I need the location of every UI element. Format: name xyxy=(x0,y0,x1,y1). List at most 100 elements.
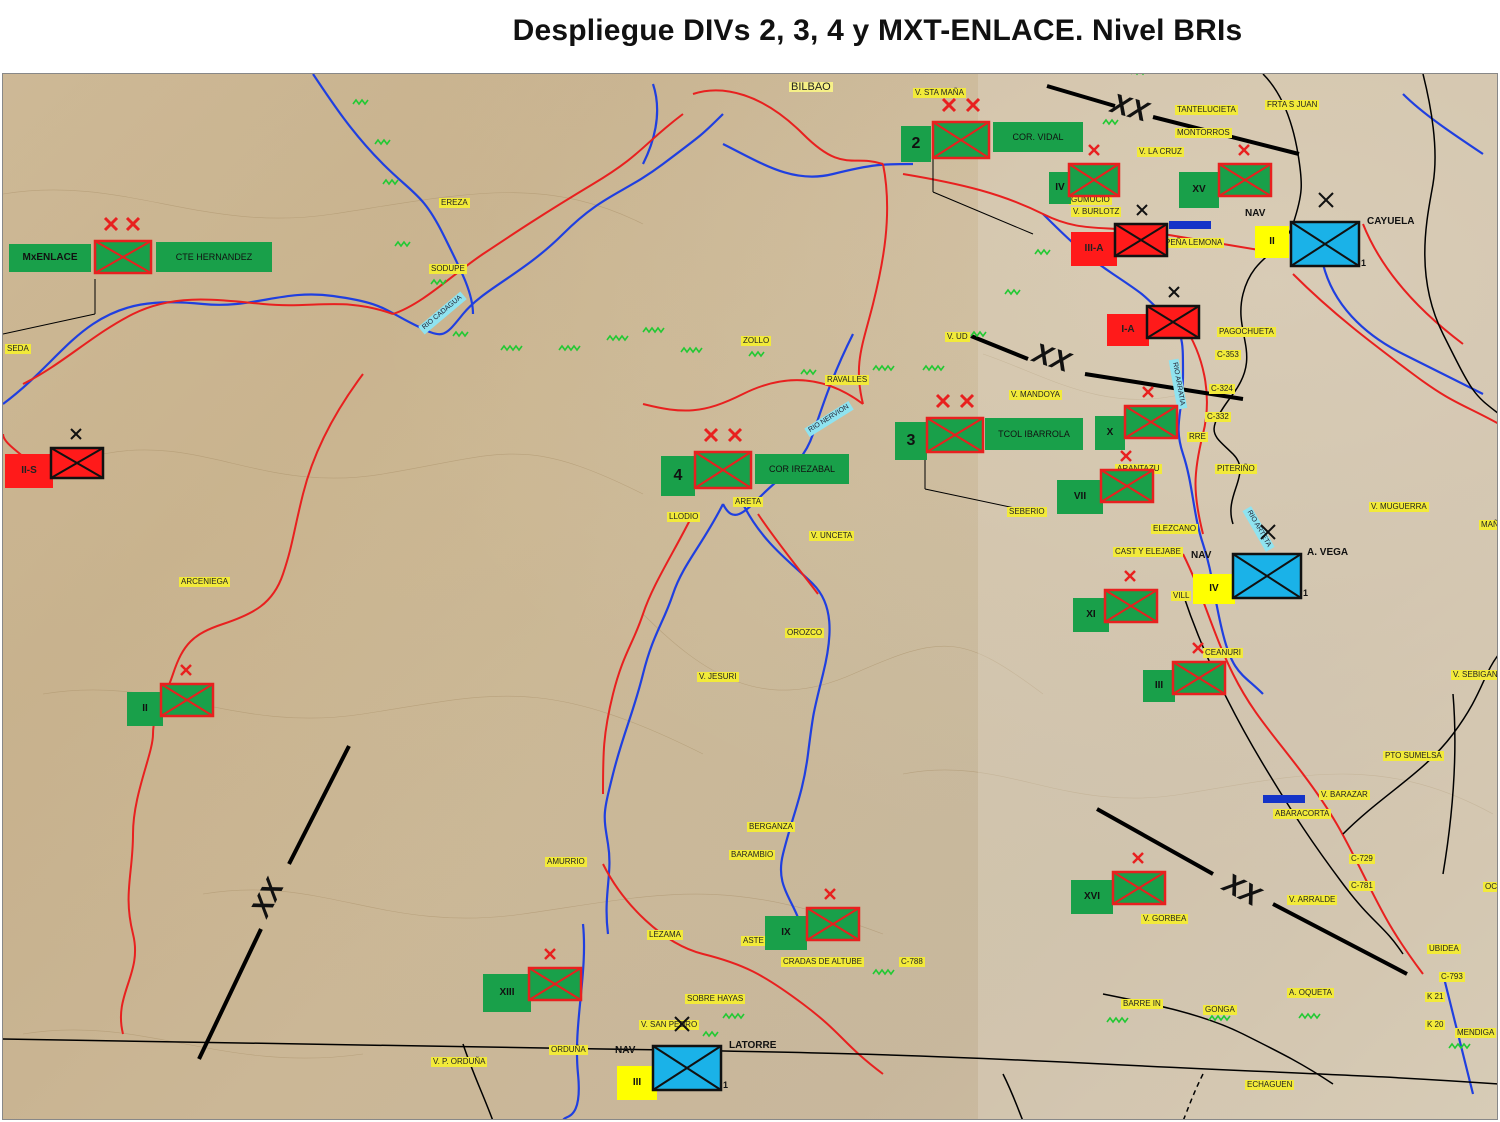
place-seberio: SEBERIO xyxy=(1007,507,1047,517)
nav-ii-nav-text: NAV xyxy=(1245,208,1266,219)
place-la-cruz: V. LA CRUZ xyxy=(1137,147,1184,157)
place-c332: C-332 xyxy=(1205,412,1231,422)
map-canvas[interactable]: XX XX XX XX BILBAO V. STA MAÑA TANTELUCI… xyxy=(2,73,1498,1120)
page-title: Despliegue DIVs 2, 3, 4 y MXT-ENLACE. Ni… xyxy=(512,14,1243,47)
place-cast: CAST Y ELEJABE xyxy=(1113,547,1183,557)
place-orozco: OROZCO xyxy=(785,628,825,638)
place-altube: CRADAS DE ALTUBE xyxy=(781,957,864,967)
unit-div2-symbol[interactable] xyxy=(931,96,991,162)
place-amurrio: AMURRIO xyxy=(545,857,587,867)
place-c353: C-353 xyxy=(1215,350,1241,360)
place-llodio: LLODIO xyxy=(667,512,701,522)
place-echaguen: ECHAGUEN xyxy=(1245,1080,1295,1090)
brigade-i-a-label: I-A xyxy=(1107,314,1149,346)
place-arralde: V. ARRALDE xyxy=(1287,895,1338,905)
nav-iii-sub: 1 xyxy=(723,1080,729,1090)
div4-commander: COR IREZABAL xyxy=(755,454,849,484)
div3-number: 3 xyxy=(895,422,927,460)
brigade-ii-s-label: II-S xyxy=(5,454,53,488)
place-barambio: BARAMBIO xyxy=(729,850,776,860)
place-berganza: BERGANZA xyxy=(747,822,796,832)
place-villaro: VILL xyxy=(1171,591,1192,601)
place-barazar: V. BARAZAR xyxy=(1319,790,1370,800)
unit-div4-symbol[interactable] xyxy=(693,426,753,492)
place-c324: C-324 xyxy=(1209,384,1235,394)
mxenlace-commander: CTE HERNANDEZ xyxy=(156,242,272,272)
unit-nav-iv-symbol[interactable] xyxy=(1231,522,1303,602)
place-orduna: ORDUÑA xyxy=(549,1045,588,1055)
place-gorbea: V. GORBEA xyxy=(1141,914,1189,924)
place-abaracorta: ABARACORTA xyxy=(1273,809,1332,819)
brigade-xiii-label: XIII xyxy=(483,974,531,1012)
unit-xvi-symbol[interactable] xyxy=(1111,850,1167,908)
unit-ii-s-symbol[interactable] xyxy=(49,426,105,482)
place-lezama: LEZAMA xyxy=(647,930,684,940)
place-c793: C-793 xyxy=(1439,972,1465,982)
unit-x-symbol[interactable] xyxy=(1123,384,1179,442)
place-bilbao: BILBAO xyxy=(789,81,833,93)
place-tantelucieta: TANTELUCIETA xyxy=(1175,105,1238,115)
nav-ii-label: II xyxy=(1255,226,1289,258)
place-piterino: PITERIÑO xyxy=(1215,464,1257,474)
place-ubidea: UBIDEA xyxy=(1427,944,1461,954)
unit-xi-symbol[interactable] xyxy=(1103,568,1159,626)
unit-i-a-symbol[interactable] xyxy=(1145,284,1201,342)
place-c729: C-729 xyxy=(1349,854,1375,864)
mxenlace-label: MxENLACE xyxy=(9,244,91,272)
unit-iii-symbol[interactable] xyxy=(1171,640,1227,698)
place-barrenin: BARRE IN xyxy=(1121,999,1163,1009)
brigade-vii-label: VII xyxy=(1057,480,1103,514)
nav-iv-label: IV xyxy=(1193,574,1235,604)
place-montorros: MONTORROS xyxy=(1175,128,1232,138)
unit-ii-symbol[interactable] xyxy=(159,662,215,720)
place-sobre-hayas: SOBRE HAYAS xyxy=(685,994,746,1004)
place-sodupe: SODUPE xyxy=(429,264,467,274)
unit-iv-symbol[interactable] xyxy=(1067,142,1121,200)
nav-iii-nav-text: NAV xyxy=(615,1045,636,1056)
nav-iv-name: A. VEGA xyxy=(1307,547,1349,558)
place-v-ud: V. UD xyxy=(945,332,970,342)
div3-commander: TCOL IBARROLA xyxy=(985,418,1083,450)
place-ereza: EREZA xyxy=(439,198,470,208)
brigade-ix-label: IX xyxy=(765,916,807,950)
place-arceniega: ARCENIEGA xyxy=(179,577,231,587)
unit-nav-iii-symbol[interactable] xyxy=(651,1014,723,1094)
unit-xiii-symbol[interactable] xyxy=(527,946,583,1004)
place-pto-sumelsa: PTO SUMELSA xyxy=(1383,751,1444,761)
nav-iv-sub: 1 xyxy=(1303,588,1309,598)
place-jesuri: V. JESURI xyxy=(697,672,739,682)
place-k21: K 21 xyxy=(1425,992,1446,1002)
place-mandoya: V. MANDOYA xyxy=(1009,390,1062,400)
place-gonga: GONGA xyxy=(1203,1005,1237,1015)
nav-ii-name: CAYUELA xyxy=(1367,216,1415,227)
unit-ix-symbol[interactable] xyxy=(805,886,861,944)
brigade-ii-label: II xyxy=(127,692,163,726)
unit-div3-symbol[interactable] xyxy=(925,392,985,456)
place-elezcano: ELEZCANO xyxy=(1151,524,1199,534)
place-rre: RRE xyxy=(1187,432,1208,442)
unit-nav-ii-symbol[interactable] xyxy=(1289,190,1361,270)
unit-iii-a-symbol[interactable] xyxy=(1113,202,1169,260)
brigade-xvi-label: XVI xyxy=(1071,880,1113,914)
place-p-orduna: V. P. ORDUÑA xyxy=(431,1057,488,1067)
brigade-xv-label: XV xyxy=(1179,172,1219,208)
div4-number: 4 xyxy=(661,456,695,496)
nav-ii-sub: 1 xyxy=(1361,258,1367,268)
place-muguerra: V. MUGUERRA xyxy=(1369,502,1429,512)
place-oc: OC xyxy=(1483,882,1497,892)
place-pena-lemona: PEÑA LEMONA xyxy=(1163,238,1225,248)
unit-vii-symbol[interactable] xyxy=(1099,448,1155,506)
place-a-oqueta: A. OQUETA xyxy=(1287,988,1334,998)
brigade-iii-a-label: III-A xyxy=(1071,232,1117,266)
place-ravalles: RAVALLES xyxy=(825,375,870,385)
place-mana: MAÑ xyxy=(1479,520,1497,530)
nav-iv-nav-text: NAV xyxy=(1191,550,1212,561)
nav-iii-name: LATORRE xyxy=(729,1040,777,1051)
place-frta-s-juan: FRTA S JUAN xyxy=(1265,100,1320,110)
place-sebigan: V. SEBIGAN xyxy=(1451,670,1498,680)
place-mendiga: MENDIGA xyxy=(1455,1028,1497,1038)
unit-mxenlace-symbol[interactable] xyxy=(93,215,153,277)
unit-xv-symbol[interactable] xyxy=(1217,142,1273,200)
place-c788: C-788 xyxy=(899,957,925,967)
place-zollo: ZOLLO xyxy=(741,336,772,346)
